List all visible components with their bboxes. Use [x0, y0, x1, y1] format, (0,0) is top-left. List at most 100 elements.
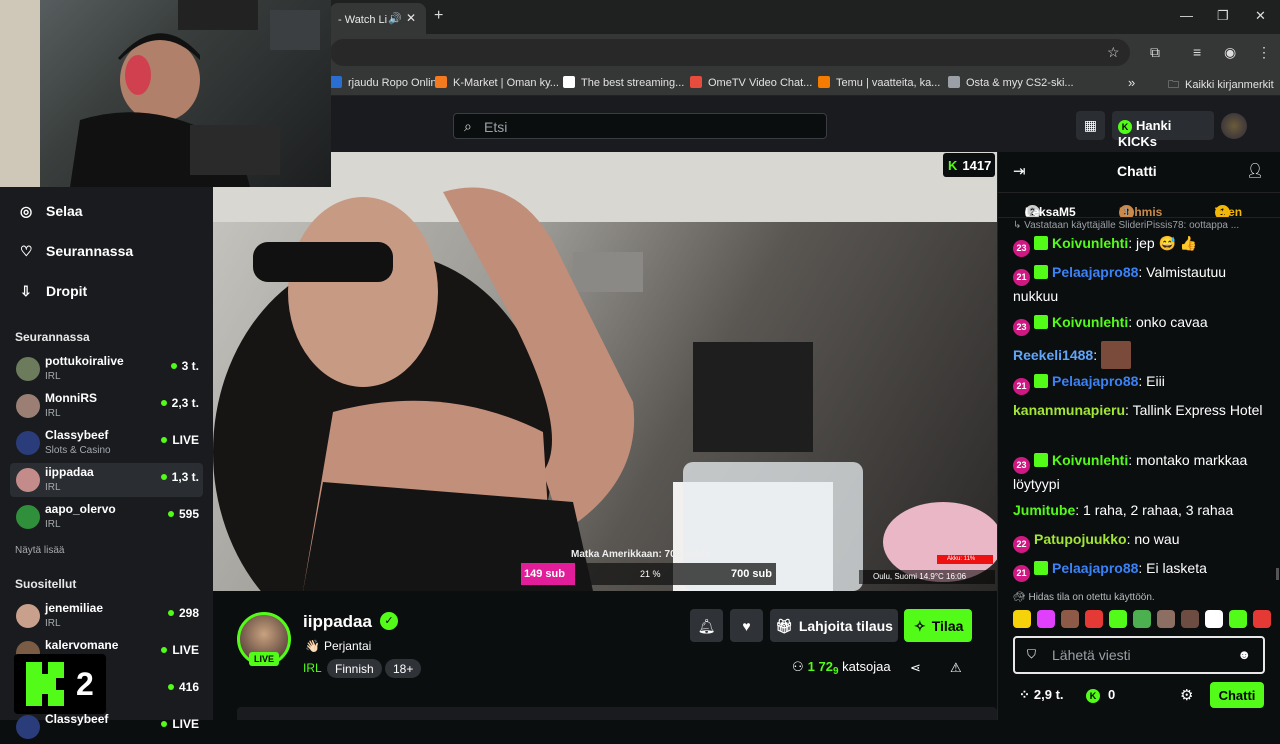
all-bookmarks[interactable]: 🗀 Kaikki kirjanmerkit — [1168, 76, 1274, 95]
chat-username[interactable]: Koivunlehti — [1052, 452, 1128, 468]
chat-scrollbar[interactable] — [1276, 568, 1279, 580]
kicks-balance[interactable]: K0 — [1086, 687, 1115, 703]
chat-username[interactable]: Koivunlehti — [1052, 314, 1128, 330]
emote-icon[interactable] — [1085, 610, 1103, 628]
profile-icon[interactable]: ◉ — [1224, 44, 1236, 61]
emote-icon — [1100, 341, 1131, 369]
chat-text: Eiii — [1146, 373, 1165, 389]
channel-viewers: 416 — [168, 680, 199, 694]
bookmark-item[interactable]: Osta & myy CS2-ski... — [948, 76, 1074, 89]
channel-item[interactable]: iippadaa IRL 1,3 t. — [10, 463, 203, 497]
emote-icon[interactable] — [1061, 610, 1079, 628]
bookmark-item[interactable]: Temu | vaatteita, ka... — [818, 76, 940, 89]
wave-icon: 👋🏻 — [305, 639, 320, 653]
speaker-icon[interactable]: 🔊 — [388, 12, 402, 25]
address-bar[interactable] — [330, 39, 1130, 66]
bookmark-item[interactable]: K-Market | Oman ky... — [435, 76, 559, 89]
notification-bell-button[interactable]: 🔔︎ — [690, 609, 723, 642]
close-window-button[interactable]: ✕ — [1255, 8, 1266, 24]
kick-logo-icon: K — [948, 158, 958, 173]
chat-input[interactable]: ⛉ Lähetä viesti ☻ — [1013, 636, 1265, 674]
weather-overlay: Oulu, Suomi 14.9°C 16:06 — [859, 570, 995, 584]
minimize-button[interactable]: — — [1180, 8, 1193, 23]
follow-heart-button[interactable]: ♥ — [730, 609, 763, 642]
chat-settings-icon[interactable]: ⚙ — [1180, 686, 1193, 704]
bookmark-star-icon[interactable]: ☆ — [1107, 44, 1120, 61]
bookmark-label: OmeTV Video Chat... — [708, 77, 813, 89]
channel-viewers: 1,3 t. — [161, 470, 199, 484]
channel-item[interactable]: Classybeef LIVE — [10, 710, 203, 744]
channel-viewers: LIVE — [161, 643, 199, 657]
chat-username[interactable]: Pelaajapro88 — [1052, 264, 1138, 280]
channel-item[interactable]: MonniRS IRL 2,3 t. — [10, 389, 203, 423]
get-kicks-button[interactable]: K Hanki KICKs — [1112, 111, 1214, 149]
chat-message: 23 Koivunlehti: onko cavaa — [1013, 312, 1265, 336]
emoji-icon[interactable]: ☻ — [1237, 647, 1251, 662]
chat-username[interactable]: Pelaajapro88 — [1052, 560, 1138, 576]
emote-icon[interactable] — [1253, 610, 1271, 628]
video-player[interactable] — [213, 152, 997, 591]
chat-username[interactable]: kananmunapieru — [1013, 402, 1125, 418]
channel-item[interactable]: Classybeef Slots & Casino LIVE — [10, 426, 203, 460]
chat-users-icon[interactable]: 👤︎ — [1246, 162, 1264, 179]
emote-icon[interactable] — [1013, 610, 1031, 628]
viewer-count: ⚇ 1 729 katsojaa — [792, 659, 891, 677]
chat-username[interactable]: Koivunlehti — [1052, 235, 1128, 251]
channel-avatar — [16, 604, 40, 628]
menu-icon[interactable]: ⋮ — [1257, 44, 1271, 61]
extensions-icon[interactable]: ⧉ — [1150, 44, 1160, 61]
sidebar-nav-item[interactable]: ⇩ Dropit — [20, 283, 87, 300]
channel-name[interactable]: iippadaa — [303, 612, 372, 632]
chat-username[interactable]: Reekeli1488 — [1013, 347, 1093, 363]
chat-message: Jumitube: 1 raha, 2 rahaa, 3 rahaa — [1013, 500, 1265, 520]
sidebar-nav-item[interactable]: ◎ Selaa — [20, 203, 83, 220]
chat-username[interactable]: Patupojuukko — [1034, 531, 1127, 547]
chat-username[interactable]: Pelaajapro88 — [1052, 373, 1138, 389]
emote-icon[interactable] — [1205, 610, 1223, 628]
chat-username[interactable]: Jumitube — [1013, 502, 1075, 518]
emote-icon[interactable] — [1037, 610, 1055, 628]
reply-icon: ↳ — [1013, 220, 1025, 231]
send-chat-button[interactable]: Chatti — [1210, 682, 1264, 708]
subscribe-button[interactable]: ✧ Tilaa — [904, 609, 972, 642]
emote-icon[interactable] — [1133, 610, 1151, 628]
emote-icon[interactable] — [1157, 610, 1175, 628]
browse-button[interactable]: ▦ — [1076, 111, 1105, 140]
bookmark-item[interactable]: The best streaming... — [563, 76, 684, 89]
channel-viewers: 3 t. — [171, 359, 199, 373]
close-tab-icon[interactable]: ✕ — [406, 11, 416, 25]
search-input[interactable]: ⌕ Etsi — [453, 113, 827, 139]
channel-name: Classybeef — [45, 712, 109, 726]
emote-bar[interactable] — [1013, 610, 1277, 632]
tag-finnish[interactable]: Finnish — [327, 659, 382, 678]
report-icon[interactable]: ⚠ — [950, 660, 962, 676]
emote-icon[interactable] — [1109, 610, 1127, 628]
bookmark-item[interactable]: OmeTV Video Chat... — [690, 76, 812, 89]
show-more-link[interactable]: Näytä lisää — [15, 545, 64, 556]
top-gifters-bar: 2 LeksaM5 2 3 Behmis 1 1 Teen — [997, 192, 1280, 218]
maximize-button[interactable]: ❐ — [1217, 8, 1229, 24]
tag-18plus[interactable]: 18+ — [385, 659, 422, 678]
sub-badge-icon: 23 — [1013, 457, 1030, 474]
media-control-icon[interactable]: ≡ — [1193, 44, 1201, 60]
channel-avatar — [16, 468, 40, 492]
channel-item[interactable]: aapo_olervo IRL 595 — [10, 500, 203, 534]
kicks-coin-icon: K — [1086, 689, 1100, 703]
bookmarks-more[interactable]: » — [1128, 75, 1135, 90]
sidebar-nav-item[interactable]: ♡ Seurannassa — [20, 243, 133, 260]
heart-icon: ♡ — [20, 243, 33, 259]
viewers-icon: ⚇ — [792, 659, 804, 674]
channel-points[interactable]: ⁘ 2,9 t. — [1019, 687, 1064, 703]
browser-tab[interactable]: - Watch Li 🔊 ✕ — [330, 3, 426, 34]
emote-icon[interactable] — [1181, 610, 1199, 628]
gift-sub-button[interactable]: 🎁︎ Lahjoita tilaus — [770, 609, 898, 642]
user-avatar[interactable] — [1221, 113, 1247, 139]
channel-item[interactable]: pottukoiralive IRL 3 t. — [10, 352, 203, 386]
collapse-chat-icon[interactable]: ⇥ — [1013, 162, 1026, 180]
bookmark-item[interactable]: rjaudu Ropo Onlin... — [330, 76, 446, 89]
channel-item[interactable]: jenemiliae IRL 298 — [10, 599, 203, 633]
emote-icon[interactable] — [1229, 610, 1247, 628]
share-icon[interactable]: ⋖ — [910, 660, 921, 676]
new-tab-button[interactable]: + — [434, 7, 443, 25]
category-link[interactable]: IRL — [303, 661, 322, 675]
